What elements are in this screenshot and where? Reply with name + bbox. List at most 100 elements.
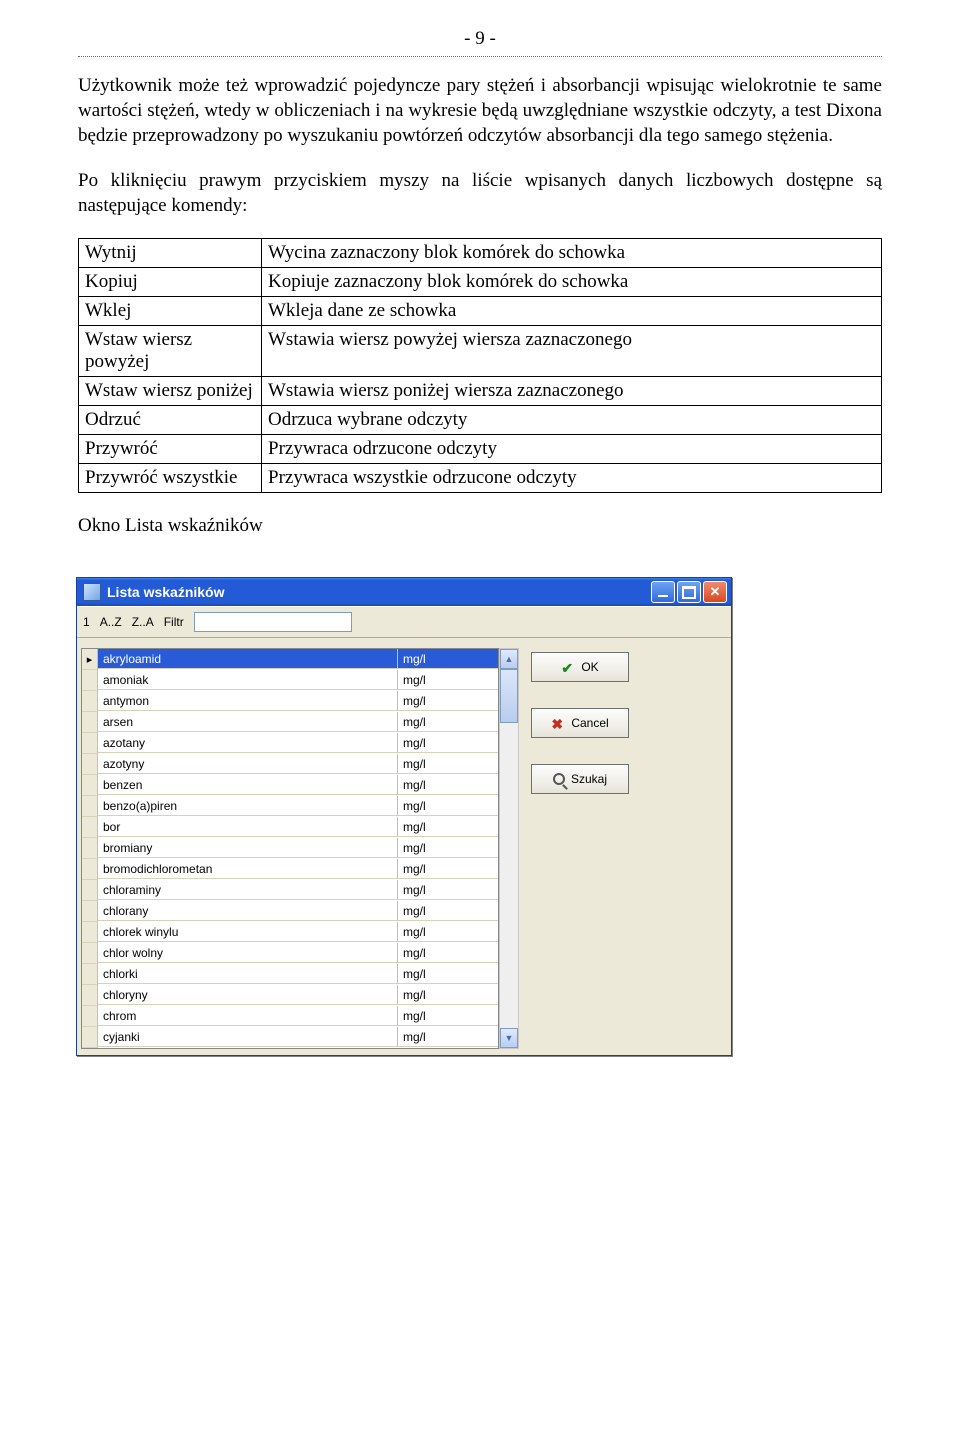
- vertical-scrollbar[interactable]: ▲ ▼: [499, 648, 519, 1049]
- grid-cell-name: chrom: [98, 1006, 398, 1026]
- grid-row[interactable]: antymonmg/l: [82, 691, 498, 712]
- section-heading: Okno Lista wskaźników: [78, 515, 882, 537]
- toolbar-one[interactable]: 1: [83, 615, 90, 629]
- grid-row[interactable]: chrommg/l: [82, 1006, 498, 1027]
- sort-asc-button[interactable]: A..Z: [100, 615, 122, 629]
- command-name: Wstaw wiersz powyżej: [79, 326, 262, 377]
- command-desc: Wstawia wiersz powyżej wiersza zaznaczon…: [262, 326, 882, 377]
- row-marker: [82, 733, 98, 754]
- command-desc: Przywraca odrzucone odczyty: [262, 435, 882, 464]
- search-icon: [553, 773, 565, 785]
- row-marker: [82, 922, 98, 943]
- grid-cell-unit: mg/l: [398, 712, 498, 732]
- grid-cell-unit: mg/l: [398, 796, 498, 816]
- ok-button[interactable]: ✔ OK: [531, 652, 629, 682]
- command-name: Wklej: [79, 297, 262, 326]
- app-icon: [83, 583, 101, 601]
- grid-row[interactable]: ▸akryloamidmg/l: [82, 649, 498, 670]
- table-row: WklejWkleja dane ze schowka: [79, 297, 882, 326]
- command-desc: Wycina zaznaczony blok komórek do schowk…: [262, 239, 882, 268]
- grid-cell-unit: mg/l: [398, 838, 498, 858]
- minimize-button[interactable]: [651, 581, 675, 603]
- grid-row[interactable]: bromodichlorometanmg/l: [82, 859, 498, 880]
- grid-cell-name: benzen: [98, 775, 398, 795]
- grid-cell-unit: mg/l: [398, 985, 498, 1005]
- command-desc: Odrzuca wybrane odczyty: [262, 406, 882, 435]
- grid-cell-unit: mg/l: [398, 943, 498, 963]
- scroll-thumb[interactable]: [500, 669, 518, 723]
- grid-row[interactable]: azotanymg/l: [82, 733, 498, 754]
- grid-cell-name: cyjanki: [98, 1027, 398, 1047]
- grid-cell-unit: mg/l: [398, 733, 498, 753]
- grid-cell-name: benzo(a)piren: [98, 796, 398, 816]
- titlebar[interactable]: Lista wskaźników ✕: [77, 578, 731, 606]
- filter-label: Filtr: [164, 615, 184, 629]
- grid-row[interactable]: chlorkimg/l: [82, 964, 498, 985]
- filter-input[interactable]: [194, 612, 352, 632]
- row-marker: [82, 691, 98, 712]
- grid-cell-unit: mg/l: [398, 859, 498, 879]
- command-name: Odrzuć: [79, 406, 262, 435]
- grid-cell-name: azotany: [98, 733, 398, 753]
- command-name: Wytnij: [79, 239, 262, 268]
- grid-row[interactable]: chlorynymg/l: [82, 985, 498, 1006]
- table-row: OdrzućOdrzuca wybrane odczyty: [79, 406, 882, 435]
- grid-cell-unit: mg/l: [398, 649, 498, 669]
- grid-cell-unit: mg/l: [398, 964, 498, 984]
- table-row: KopiujKopiuje zaznaczony blok komórek do…: [79, 268, 882, 297]
- grid-cell-unit: mg/l: [398, 754, 498, 774]
- scroll-up-button[interactable]: ▲: [500, 649, 518, 669]
- page-divider: [78, 56, 882, 57]
- command-desc: Wkleja dane ze schowka: [262, 297, 882, 326]
- grid-row[interactable]: chloraminymg/l: [82, 880, 498, 901]
- grid-row[interactable]: arsenmg/l: [82, 712, 498, 733]
- row-marker: [82, 943, 98, 964]
- grid-row[interactable]: bormg/l: [82, 817, 498, 838]
- row-marker: [82, 1027, 98, 1048]
- grid-cell-name: chloryny: [98, 985, 398, 1005]
- row-marker: ▸: [82, 649, 98, 670]
- window-lista-wskaznikow: Lista wskaźników ✕ 1 A..Z Z..A Filtr ▸ak…: [76, 577, 732, 1056]
- grid-cell-name: chlorany: [98, 901, 398, 921]
- row-marker: [82, 1006, 98, 1027]
- grid-row[interactable]: chloranymg/l: [82, 901, 498, 922]
- row-marker: [82, 817, 98, 838]
- row-marker: [82, 754, 98, 775]
- grid-cell-name: chloraminy: [98, 880, 398, 900]
- paragraph-2: Po kliknięciu prawym przyciskiem myszy n…: [78, 168, 882, 218]
- maximize-button[interactable]: [677, 581, 701, 603]
- row-marker: [82, 985, 98, 1006]
- x-icon: ✖: [551, 716, 565, 730]
- grid-cell-unit: mg/l: [398, 817, 498, 837]
- ok-button-label: OK: [581, 660, 598, 674]
- grid-row[interactable]: amoniakmg/l: [82, 670, 498, 691]
- grid-cell-name: bromodichlorometan: [98, 859, 398, 879]
- sort-desc-button[interactable]: Z..A: [132, 615, 154, 629]
- grid-row[interactable]: cyjankimg/l: [82, 1027, 498, 1048]
- page-number: - 9 -: [78, 28, 882, 50]
- grid-row[interactable]: bromianymg/l: [82, 838, 498, 859]
- grid-cell-name: bor: [98, 817, 398, 837]
- grid-row[interactable]: benzenmg/l: [82, 775, 498, 796]
- cancel-button-label: Cancel: [571, 716, 608, 730]
- close-button[interactable]: ✕: [703, 581, 727, 603]
- scroll-down-button[interactable]: ▼: [500, 1028, 518, 1048]
- toolbar: 1 A..Z Z..A Filtr: [77, 606, 731, 638]
- search-button[interactable]: Szukaj: [531, 764, 629, 794]
- command-desc: Wstawia wiersz poniżej wiersza zaznaczon…: [262, 377, 882, 406]
- grid-cell-unit: mg/l: [398, 691, 498, 711]
- table-row: Przywróć wszystkiePrzywraca wszystkie od…: [79, 464, 882, 493]
- scroll-track[interactable]: [500, 723, 518, 1028]
- grid-cell-unit: mg/l: [398, 775, 498, 795]
- grid-row[interactable]: benzo(a)pirenmg/l: [82, 796, 498, 817]
- cancel-button[interactable]: ✖ Cancel: [531, 708, 629, 738]
- grid-row[interactable]: chlorek winylumg/l: [82, 922, 498, 943]
- grid-row[interactable]: azotynymg/l: [82, 754, 498, 775]
- row-marker: [82, 838, 98, 859]
- row-marker: [82, 775, 98, 796]
- data-grid[interactable]: ▸akryloamidmg/lamoniakmg/lantymonmg/lars…: [81, 648, 499, 1049]
- grid-cell-name: akryloamid: [98, 649, 398, 669]
- grid-row[interactable]: chlor wolnymg/l: [82, 943, 498, 964]
- grid-cell-name: azotyny: [98, 754, 398, 774]
- row-marker: [82, 964, 98, 985]
